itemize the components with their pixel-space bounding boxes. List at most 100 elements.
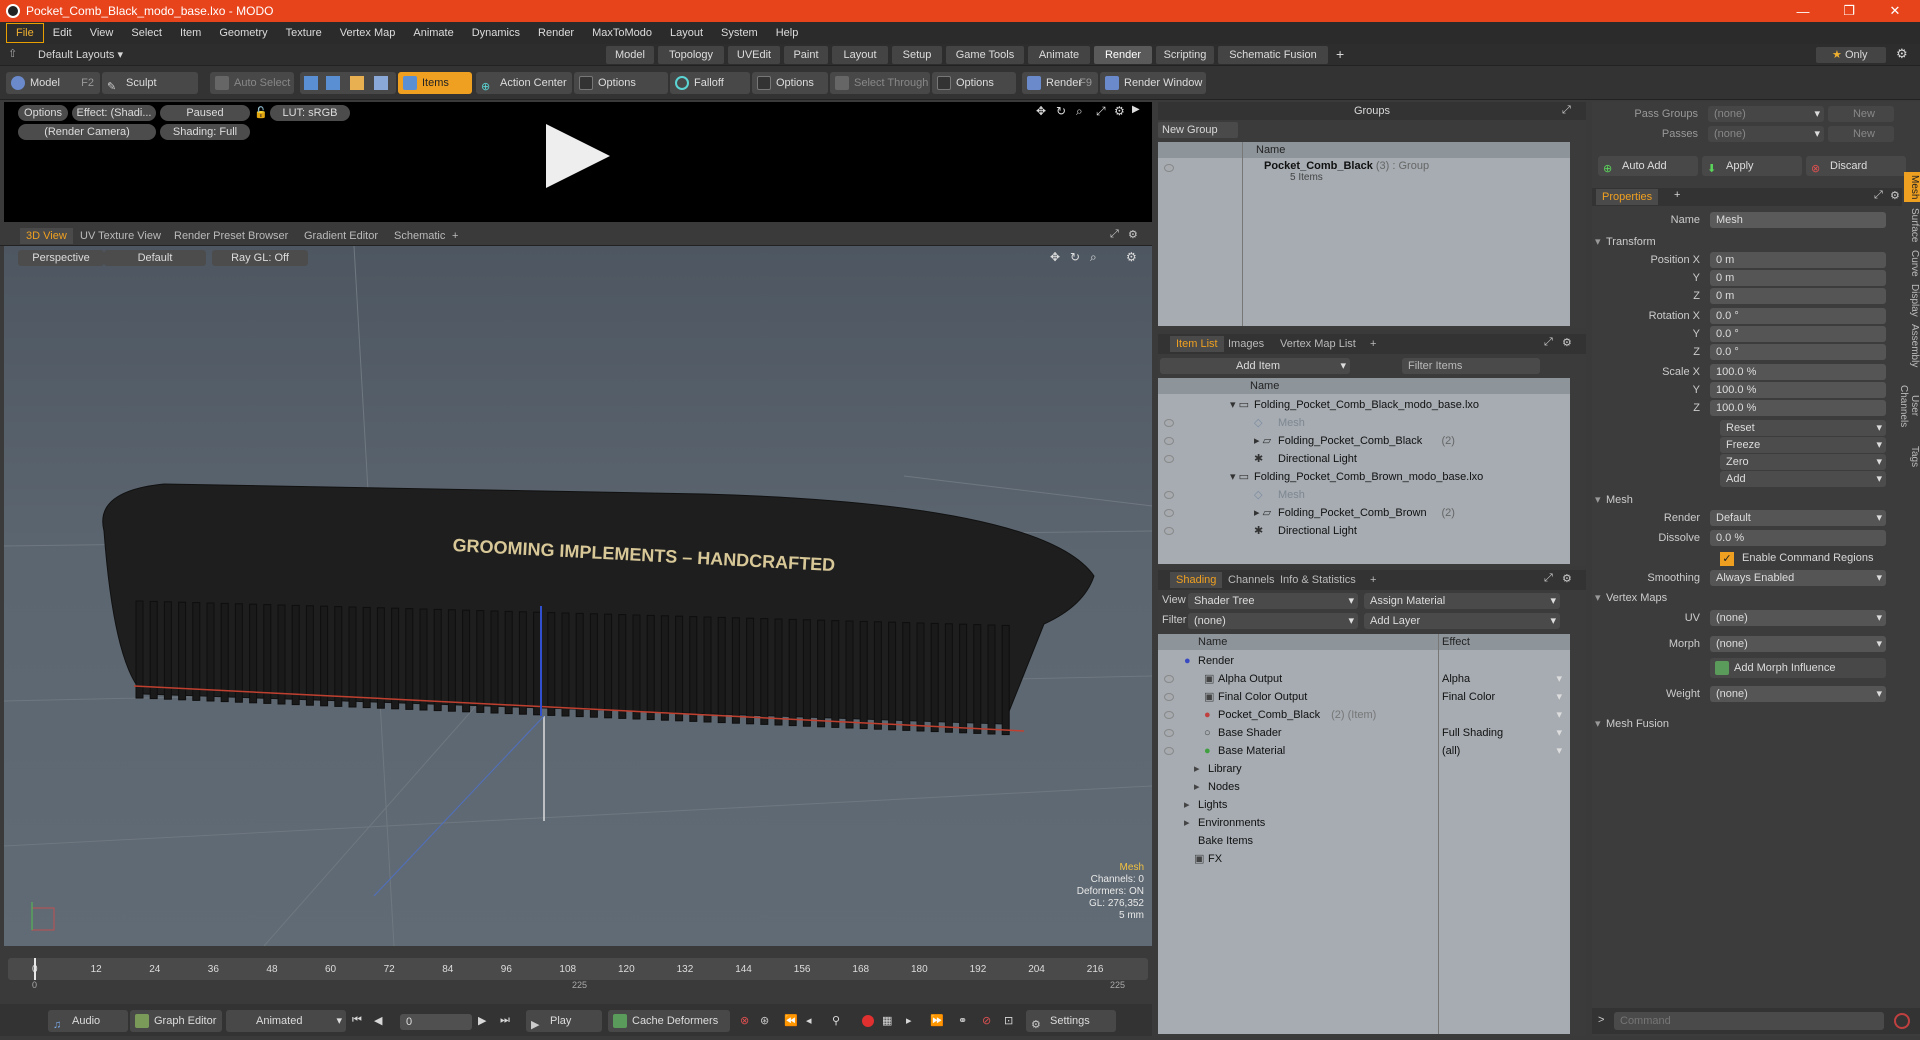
mesh-section[interactable]: Mesh <box>1592 492 1633 508</box>
render-window-button[interactable]: Render Window <box>1100 72 1206 94</box>
dissolve-field[interactable]: 0.0 % <box>1710 530 1886 546</box>
play-icon[interactable] <box>546 124 610 188</box>
position-y-field[interactable]: 0 m <box>1710 270 1886 286</box>
close-icon[interactable]: ✕ <box>1872 0 1918 22</box>
passes-dropdown[interactable]: (none) <box>1708 126 1824 142</box>
menu-select[interactable]: Select <box>122 22 171 44</box>
only-button[interactable]: ★ Only <box>1816 47 1886 63</box>
menu-maxtomodo[interactable]: MaxToModo <box>583 22 661 44</box>
eye-icon[interactable] <box>1164 509 1174 517</box>
menu-view[interactable]: View <box>81 22 123 44</box>
menu-render[interactable]: Render <box>529 22 583 44</box>
vertices-icon[interactable] <box>304 76 318 90</box>
shader-tree-row[interactable]: ▣ Final Color Output Final Color <box>1158 688 1570 706</box>
sculpt-button[interactable]: ✎ Sculpt <box>102 72 198 94</box>
key-list-icon[interactable]: ▦ <box>882 1014 892 1027</box>
add-tab-icon[interactable]: + <box>1364 336 1382 352</box>
effect-dropdown[interactable]: Effect: (Shadi... <box>72 105 156 121</box>
maximize-icon[interactable]: ⤢ <box>1096 104 1106 119</box>
item-list-row[interactable]: ▸ ▱ Folding_Pocket_Comb_Black (2) <box>1158 432 1570 450</box>
menu-dynamics[interactable]: Dynamics <box>463 22 529 44</box>
position-z-field[interactable]: 0 m <box>1710 288 1886 304</box>
shader-tree-row[interactable]: ● Pocket_Comb_Black (2) (Item) <box>1158 706 1570 724</box>
item-list-row[interactable]: ▾ ▭ Folding_Pocket_Comb_Brown_modo_base.l… <box>1158 468 1570 486</box>
tab-shading[interactable]: Shading <box>1170 572 1223 588</box>
vertex-maps-section[interactable]: Vertex Maps <box>1592 590 1667 606</box>
layout-tab-topology[interactable]: Topology <box>658 46 724 64</box>
add-morph-influence-button[interactable]: Add Morph Influence <box>1710 658 1886 678</box>
uv-dropdown[interactable]: (none) <box>1710 610 1886 626</box>
polygons-icon[interactable] <box>350 76 364 90</box>
viewport-tab-schematic[interactable]: Schematic <box>388 228 451 244</box>
menu-system[interactable]: System <box>712 22 767 44</box>
zoom-icon[interactable]: ⌕ <box>1076 104 1083 119</box>
auto-add-button[interactable]: ⊕ Auto Add <box>1598 156 1698 176</box>
menu-geometry[interactable]: Geometry <box>210 22 276 44</box>
item-list-row[interactable]: ✱ Directional Light <box>1158 450 1570 468</box>
shader-tree-row[interactable]: ▸ Nodes <box>1158 778 1570 796</box>
prev-key-icon[interactable]: ⏪ <box>784 1014 798 1027</box>
filter-items-input[interactable]: Filter Items <box>1402 358 1540 374</box>
eye-icon[interactable] <box>1164 747 1174 755</box>
layout-tab-model[interactable]: Model <box>606 46 654 64</box>
settings-button[interactable]: ⚙ Settings <box>1026 1010 1116 1032</box>
maximize-icon[interactable]: ⤢ <box>1562 104 1571 117</box>
shader-tree-row[interactable]: ▣ Alpha Output Alpha <box>1158 670 1570 688</box>
tab-channels[interactable]: Channels <box>1222 572 1280 588</box>
select-options-button[interactable]: Options <box>932 72 1016 94</box>
gear-icon[interactable]: ⚙ <box>1896 46 1908 62</box>
rotation-z-field[interactable]: 0.0 ° <box>1710 344 1886 360</box>
item-list-row[interactable]: ▸ ▱ Folding_Pocket_Comb_Brown (2) <box>1158 504 1570 522</box>
maximize-icon[interactable]: ⤢ <box>1874 189 1883 202</box>
rotate-icon[interactable]: ↻ <box>1056 104 1066 118</box>
gear-icon[interactable]: ⚙ <box>1890 189 1900 202</box>
command-regions-checkbox[interactable]: ✓ Enable Command Regions <box>1720 550 1886 568</box>
add-tab-icon[interactable]: + <box>1674 189 1680 201</box>
menu-item[interactable]: Item <box>171 22 210 44</box>
items-mode-button[interactable]: Items <box>398 72 472 94</box>
gear-icon[interactable]: ⚙ <box>1128 228 1138 241</box>
reset-dropdown[interactable]: Reset <box>1720 420 1886 436</box>
new-pass-group-button[interactable]: New <box>1828 106 1894 122</box>
key-forward-icon[interactable]: ▸ <box>906 1014 912 1027</box>
menu-texture[interactable]: Texture <box>277 22 331 44</box>
layout-tab-animate[interactable]: Animate <box>1028 46 1090 64</box>
tab-images[interactable]: Images <box>1222 336 1270 352</box>
gear-icon[interactable]: ⚙ <box>1562 336 1572 349</box>
scale-z-field[interactable]: 100.0 % <box>1710 400 1886 416</box>
discard-button[interactable]: ⊗ Discard <box>1806 156 1906 176</box>
menu-edit[interactable]: Edit <box>44 22 81 44</box>
side-tab-curve[interactable]: Curve <box>1904 248 1920 278</box>
maximize-icon[interactable]: ⤢ <box>1544 572 1553 585</box>
materials-icon[interactable] <box>374 76 388 90</box>
transform-section[interactable]: Transform <box>1592 234 1656 250</box>
command-history-icon[interactable] <box>1894 1013 1910 1029</box>
eye-icon[interactable] <box>1164 437 1174 445</box>
link-icon[interactable]: ⚭ <box>958 1014 967 1027</box>
eye-icon[interactable] <box>1164 164 1174 172</box>
weight-dropdown[interactable]: (none) <box>1710 686 1886 702</box>
name-field[interactable]: Mesh <box>1710 212 1886 228</box>
key-icon[interactable]: ⊗ <box>740 1014 749 1027</box>
move-icon[interactable]: ✥ <box>1036 104 1046 118</box>
layout-tab-layout[interactable]: Layout <box>832 46 888 64</box>
layout-tab-setup[interactable]: Setup <box>892 46 942 64</box>
3d-viewport[interactable]: Perspective Default Ray GL: Off ✥ ↻ ⌕ ⚙ … <box>4 246 1152 946</box>
mesh-fusion-section[interactable]: Mesh Fusion <box>1592 716 1669 732</box>
side-tab-surface[interactable]: Surface <box>1904 206 1920 244</box>
shading-dropdown[interactable]: Shading: Full <box>160 124 250 140</box>
first-frame-icon[interactable]: ⏮ <box>352 1014 362 1027</box>
effect-dropdown[interactable]: (all) <box>1442 742 1566 760</box>
last-frame-icon[interactable]: ⏭ <box>500 1014 510 1027</box>
option-icon[interactable]: ⊡ <box>1004 1014 1013 1027</box>
item-list-row[interactable]: ◇ Mesh <box>1158 414 1570 432</box>
render-button[interactable]: Render F9 <box>1022 72 1098 94</box>
key-back-icon[interactable]: ◂ <box>806 1014 812 1027</box>
add-tab-icon[interactable]: + <box>1364 572 1382 588</box>
graph-editor-button[interactable]: Graph Editor <box>130 1010 222 1032</box>
menu-animate[interactable]: Animate <box>404 22 462 44</box>
command-input[interactable] <box>1614 1012 1884 1030</box>
side-tab-assembly[interactable]: Assembly <box>1904 322 1920 370</box>
minimize-icon[interactable]: — <box>1780 0 1826 22</box>
side-tab-mesh[interactable]: Mesh <box>1904 172 1920 202</box>
